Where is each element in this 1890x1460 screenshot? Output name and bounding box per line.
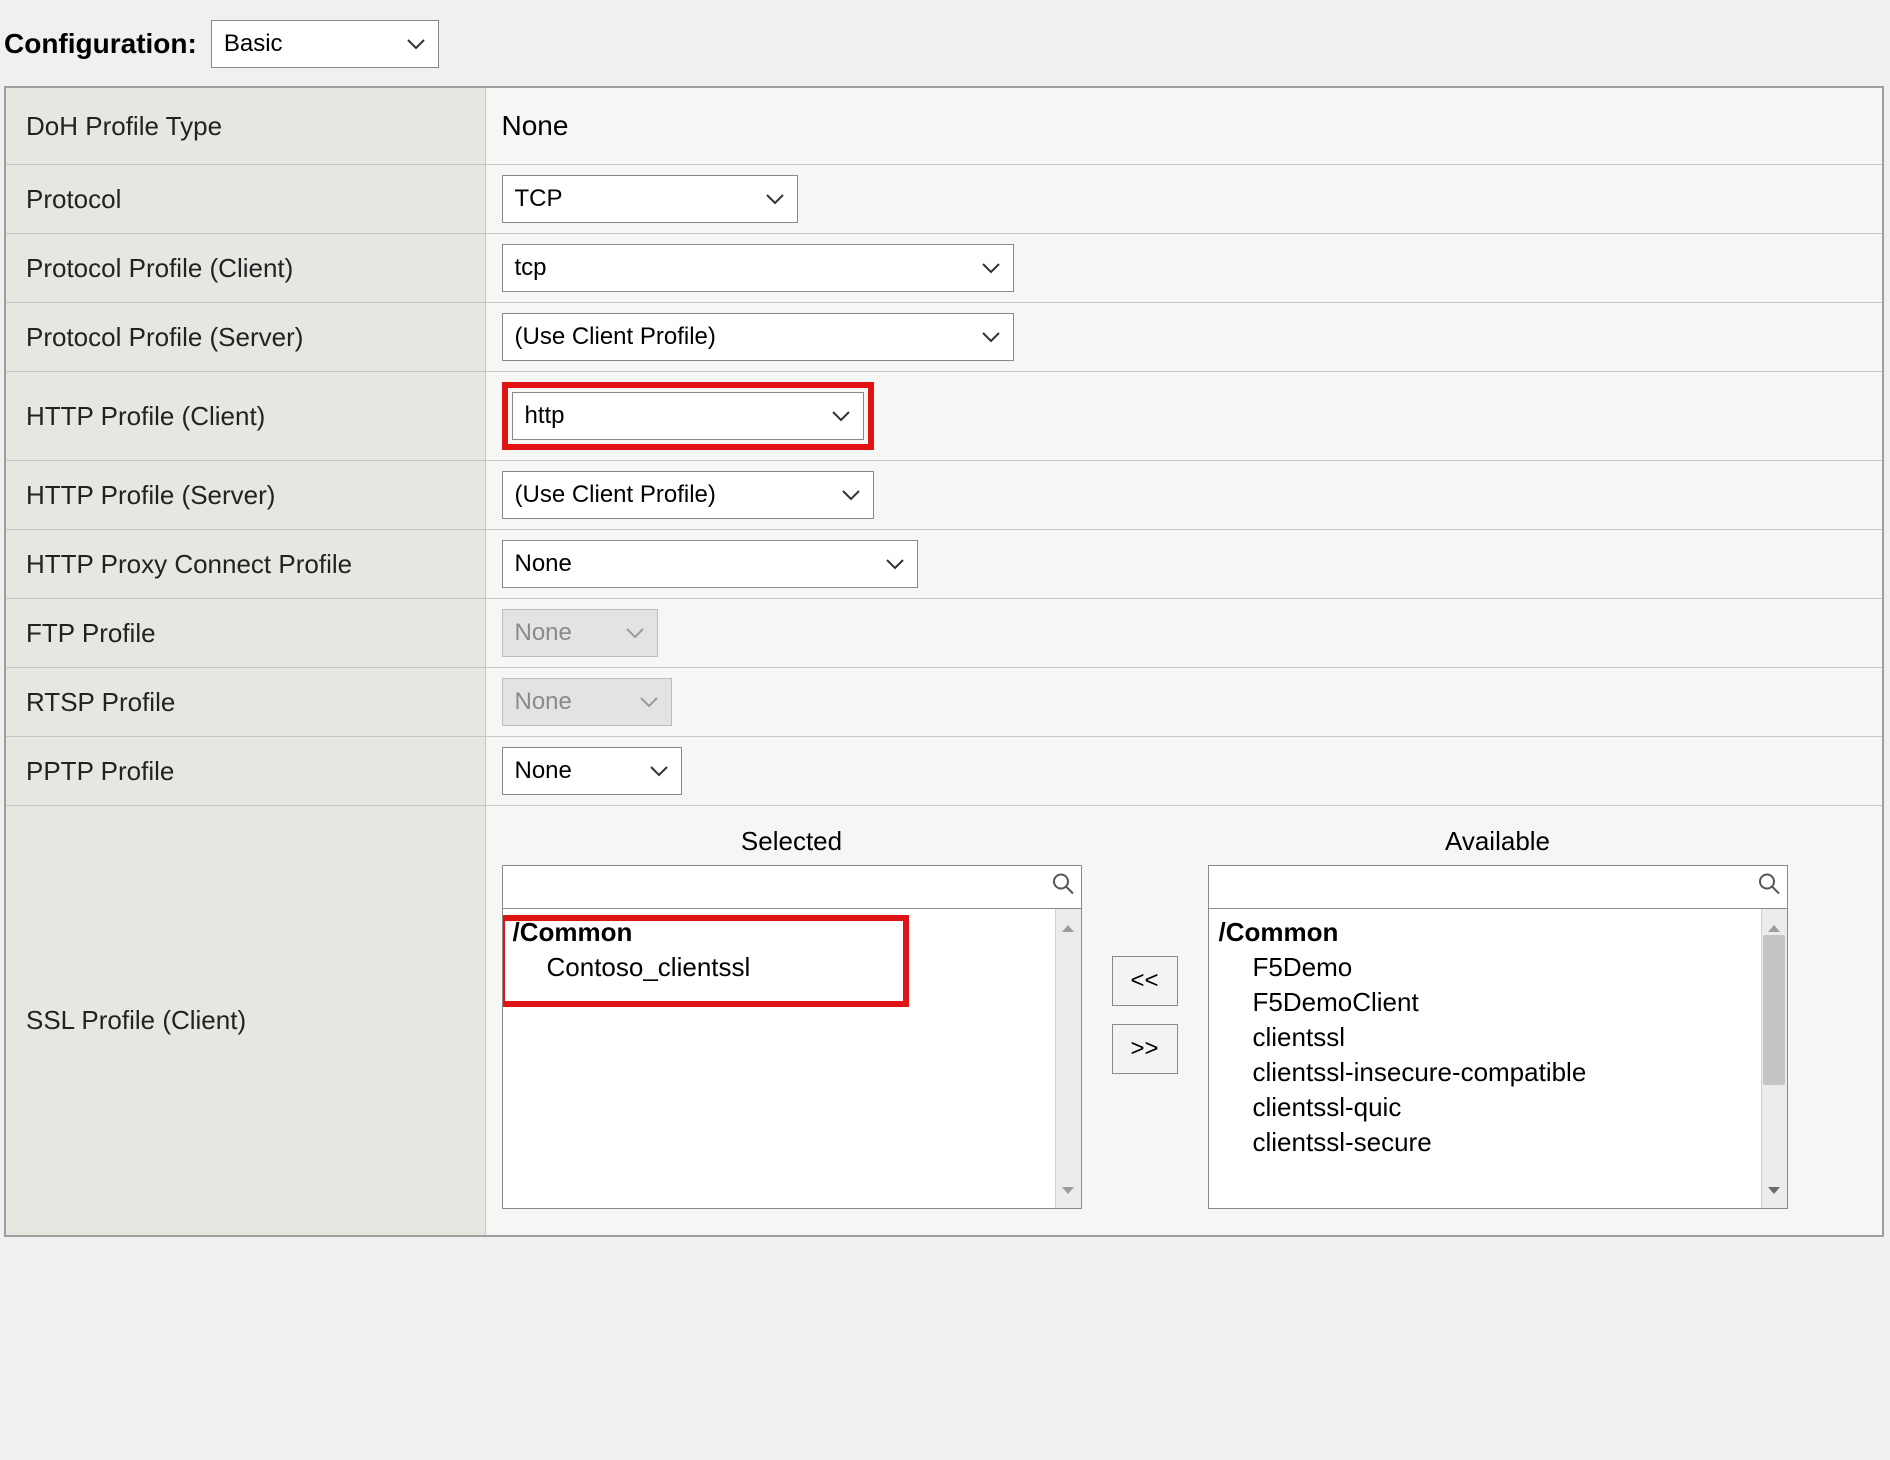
configuration-select-value: Basic — [224, 30, 283, 58]
chevron-down-icon — [406, 37, 426, 51]
ssl-available-item[interactable]: clientssl — [1209, 1020, 1787, 1055]
ssl-selected-listbox[interactable]: /Common Contoso_clientssl — [502, 909, 1082, 1209]
configuration-table: DoH Profile Type None Protocol TCP Proto… — [4, 86, 1884, 1237]
row-label-protocol-profile-client: Protocol Profile (Client) — [5, 234, 485, 303]
configuration-label: Configuration: — [4, 28, 197, 60]
protocol-select[interactable]: TCP — [502, 175, 798, 223]
chevron-down-icon — [885, 557, 905, 571]
row-label-pptp-profile: PPTP Profile — [5, 737, 485, 806]
ssl-selected-item[interactable]: Contoso_clientssl — [503, 950, 1081, 985]
protocol-profile-server-select[interactable]: (Use Client Profile) — [502, 313, 1014, 361]
chevron-down-icon — [841, 488, 861, 502]
scroll-down-icon[interactable] — [1766, 1176, 1782, 1204]
ssl-available-group: /Common — [1209, 915, 1787, 950]
ssl-available-item[interactable]: F5DemoClient — [1209, 985, 1787, 1020]
row-label-http-profile-server: HTTP Profile (Server) — [5, 461, 485, 530]
row-label-protocol: Protocol — [5, 165, 485, 234]
chevron-down-icon — [639, 695, 659, 709]
scrollbar-thumb[interactable] — [1763, 935, 1785, 1085]
ssl-available-item[interactable]: clientssl-secure — [1209, 1125, 1787, 1160]
http-profile-client-value: http — [525, 402, 565, 430]
configuration-select[interactable]: Basic — [211, 20, 439, 68]
row-label-http-profile-client: HTTP Profile (Client) — [5, 372, 485, 461]
protocol-select-value: TCP — [515, 185, 563, 213]
search-icon — [1051, 872, 1075, 903]
row-label-ssl-profile-client: SSL Profile (Client) — [5, 806, 485, 1237]
ssl-available-item[interactable]: clientssl-quic — [1209, 1090, 1787, 1125]
ssl-available-search[interactable] — [1208, 865, 1788, 909]
chevron-down-icon — [831, 409, 851, 423]
http-profile-client-select[interactable]: http — [512, 392, 864, 440]
protocol-profile-client-select[interactable]: tcp — [502, 244, 1014, 292]
ssl-available-search-input[interactable] — [1209, 866, 1743, 908]
http-proxy-connect-select[interactable]: None — [502, 540, 918, 588]
scroll-up-icon[interactable] — [1060, 913, 1076, 941]
row-label-ftp-profile: FTP Profile — [5, 599, 485, 668]
ssl-selected-scrollbar[interactable] — [1055, 909, 1081, 1208]
doh-profile-type-value: None — [485, 87, 1883, 165]
move-left-button[interactable]: << — [1112, 956, 1178, 1006]
rtsp-profile-value: None — [515, 688, 572, 716]
ssl-available-item[interactable]: clientssl-insecure-compatible — [1209, 1055, 1787, 1090]
ftp-profile-select: None — [502, 609, 658, 657]
http-profile-client-highlight: http — [502, 382, 874, 450]
ssl-available-listbox[interactable]: /Common F5Demo F5DemoClient clientssl cl… — [1208, 909, 1788, 1209]
protocol-profile-client-value: tcp — [515, 254, 547, 282]
row-label-rtsp-profile: RTSP Profile — [5, 668, 485, 737]
pptp-profile-select[interactable]: None — [502, 747, 682, 795]
ftp-profile-value: None — [515, 619, 572, 647]
pptp-profile-value: None — [515, 757, 572, 785]
ssl-selected-search[interactable] — [502, 865, 1082, 909]
ssl-available-title: Available — [1208, 826, 1788, 865]
chevron-down-icon — [981, 261, 1001, 275]
row-label-http-proxy-connect: HTTP Proxy Connect Profile — [5, 530, 485, 599]
search-icon — [1757, 872, 1781, 903]
move-right-button[interactable]: >> — [1112, 1024, 1178, 1074]
ssl-available-scrollbar[interactable] — [1761, 909, 1787, 1208]
ssl-available-item[interactable]: F5Demo — [1209, 950, 1787, 985]
rtsp-profile-select: None — [502, 678, 672, 726]
ssl-selected-group: /Common — [503, 915, 1081, 950]
http-profile-server-select[interactable]: (Use Client Profile) — [502, 471, 874, 519]
row-label-doh-profile-type: DoH Profile Type — [5, 87, 485, 165]
chevron-down-icon — [625, 626, 645, 640]
ssl-selected-title: Selected — [502, 826, 1082, 865]
chevron-down-icon — [649, 764, 669, 778]
http-profile-server-value: (Use Client Profile) — [515, 481, 716, 509]
chevron-down-icon — [981, 330, 1001, 344]
http-proxy-connect-value: None — [515, 550, 572, 578]
protocol-profile-server-value: (Use Client Profile) — [515, 323, 716, 351]
scroll-down-icon[interactable] — [1060, 1176, 1076, 1204]
ssl-selected-search-input[interactable] — [503, 866, 1037, 908]
row-label-protocol-profile-server: Protocol Profile (Server) — [5, 303, 485, 372]
chevron-down-icon — [765, 192, 785, 206]
